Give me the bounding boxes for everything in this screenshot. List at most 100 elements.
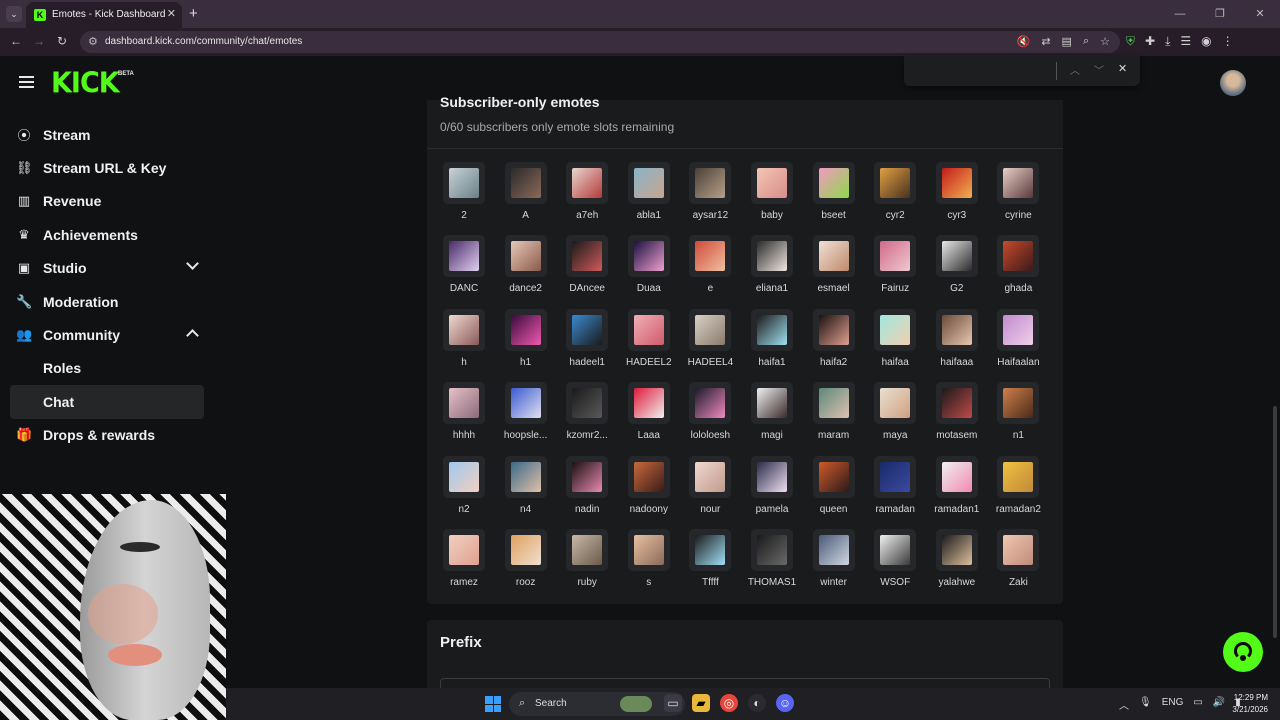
find-close-icon[interactable]: ✕ xyxy=(1118,62,1127,75)
emote-tile[interactable] xyxy=(627,162,670,204)
emote-item[interactable]: cyr2 xyxy=(864,162,926,235)
emote-tile[interactable] xyxy=(997,162,1040,204)
emote-tile[interactable] xyxy=(997,529,1040,571)
emote-tile[interactable] xyxy=(812,455,855,498)
emote-tile[interactable] xyxy=(566,455,609,498)
forward-icon[interactable]: → xyxy=(33,34,45,48)
emote-item[interactable]: G2 xyxy=(926,235,988,308)
tab-search-icon[interactable]: ⌄ xyxy=(6,6,22,22)
emote-item[interactable]: haifaa xyxy=(864,308,926,382)
emote-tile[interactable] xyxy=(812,382,855,425)
zoom-icon[interactable]: ⌕ xyxy=(1083,35,1089,48)
restore-icon[interactable]: ❐ xyxy=(1200,0,1240,28)
emote-tile[interactable] xyxy=(997,455,1040,498)
emote-item[interactable]: cyrine xyxy=(987,162,1049,235)
download-icon[interactable]: ⤓ xyxy=(1165,34,1170,49)
emote-item[interactable]: maya xyxy=(864,382,926,455)
emote-tile[interactable] xyxy=(874,308,917,351)
emote-tile[interactable] xyxy=(751,455,793,498)
emote-item[interactable]: magi xyxy=(741,382,803,455)
emote-tile[interactable] xyxy=(566,529,609,571)
sidebar-subitem-roles[interactable]: Roles xyxy=(10,352,204,385)
sidebar-item-drops-rewards[interactable]: 🎁 Drops & rewards xyxy=(10,419,204,452)
bookmark-star-icon[interactable]: ☆ xyxy=(1100,35,1110,48)
emote-tile[interactable] xyxy=(874,235,917,278)
emote-tile[interactable] xyxy=(566,382,609,425)
sidebar-item-stream[interactable]: ⦿ Stream xyxy=(10,118,204,151)
emote-item[interactable]: baby xyxy=(741,162,803,235)
emote-tile[interactable] xyxy=(997,382,1040,425)
emote-tile[interactable] xyxy=(935,455,978,498)
minimize-icon[interactable]: — xyxy=(1160,0,1200,28)
emote-item[interactable]: Haifaalan xyxy=(987,308,1049,382)
emote-item[interactable]: A xyxy=(495,162,557,235)
sidebar-item-moderation[interactable]: 🔧 Moderation xyxy=(10,285,204,318)
emote-item[interactable]: winter xyxy=(803,529,865,602)
chevron-up-icon[interactable] xyxy=(186,329,199,343)
emote-item[interactable]: motasem xyxy=(926,382,988,455)
volume-icon[interactable]: 🔊 xyxy=(1213,697,1225,712)
emote-item[interactable]: Fairuz xyxy=(864,235,926,308)
language-indicator[interactable]: ENG xyxy=(1162,697,1184,712)
find-next-icon[interactable]: ﹀ xyxy=(1094,62,1104,77)
emote-item[interactable]: aysar12 xyxy=(679,162,741,235)
address-bar[interactable]: ⚙ dashboard.kick.com/community/chat/emot… xyxy=(80,31,1120,53)
emote-item[interactable]: h xyxy=(433,308,495,382)
sidebar-item-community[interactable]: 👥 Community xyxy=(10,318,204,351)
emote-item[interactable]: pamela xyxy=(741,455,803,529)
emote-tile[interactable] xyxy=(935,162,978,204)
site-info-icon[interactable]: ⚙ xyxy=(88,35,98,48)
emote-item[interactable]: haifaaa xyxy=(926,308,988,382)
emote-item[interactable]: hhhh xyxy=(433,382,495,455)
emote-item[interactable]: cyr3 xyxy=(926,162,988,235)
emote-tile[interactable] xyxy=(504,455,547,498)
emote-item[interactable]: DANC xyxy=(433,235,495,308)
emote-tile[interactable] xyxy=(566,235,609,278)
sidebar-item-achievements[interactable]: ♛ Achievements xyxy=(10,218,204,251)
page-scrollbar[interactable] xyxy=(1273,406,1277,638)
emote-tile[interactable] xyxy=(627,308,670,351)
chrome-icon[interactable]: ◎ xyxy=(720,694,738,712)
emote-item[interactable]: THOMAS1 xyxy=(741,529,803,602)
emote-tile[interactable] xyxy=(443,382,485,425)
emote-item[interactable]: nadin xyxy=(556,455,618,529)
emote-tile[interactable] xyxy=(566,162,609,204)
emote-tile[interactable] xyxy=(874,529,917,571)
emote-tile[interactable] xyxy=(504,382,547,425)
menu-kebab-icon[interactable]: ⋮ xyxy=(1222,34,1234,49)
close-tab-icon[interactable]: ✕ xyxy=(167,7,176,20)
emote-item[interactable]: dance2 xyxy=(495,235,557,308)
mute-icon[interactable]: 🔇 xyxy=(1017,35,1031,48)
emote-item[interactable]: esmael xyxy=(803,235,865,308)
emote-tile[interactable] xyxy=(935,308,978,351)
emote-item[interactable]: kzomr2... xyxy=(556,382,618,455)
emote-tile[interactable] xyxy=(751,382,793,425)
emote-tile[interactable] xyxy=(874,162,917,204)
emote-item[interactable]: HADEEL2 xyxy=(618,308,680,382)
emote-item[interactable]: n1 xyxy=(987,382,1049,455)
emote-tile[interactable] xyxy=(504,162,547,204)
emote-tile[interactable] xyxy=(935,529,978,571)
emote-item[interactable]: ghada xyxy=(987,235,1049,308)
profile-icon[interactable]: ◉ xyxy=(1201,34,1211,49)
emote-tile[interactable] xyxy=(504,308,547,351)
taskbar-search[interactable]: ⌕ Search xyxy=(509,692,685,716)
puzzle-extension-icon[interactable]: ✚ xyxy=(1145,34,1155,49)
emote-item[interactable]: ruby xyxy=(556,529,618,602)
emote-item[interactable]: rooz xyxy=(495,529,557,602)
emote-item[interactable]: hoopsle... xyxy=(495,382,557,455)
kick-logo[interactable]: KICK xyxy=(51,67,120,100)
app-icon[interactable]: ◐ xyxy=(748,694,766,712)
network-icon[interactable]: ▭ xyxy=(1193,697,1202,712)
emote-tile[interactable] xyxy=(627,455,670,498)
emote-tile[interactable] xyxy=(627,382,670,425)
translate-icon[interactable]: ⇄ xyxy=(1041,35,1050,48)
emote-item[interactable]: HADEEL4 xyxy=(679,308,741,382)
emote-item[interactable]: Zaki xyxy=(987,529,1049,602)
taskbar-clock[interactable]: 12:29 PM 3/21/2026 xyxy=(1228,692,1268,716)
emote-tile[interactable] xyxy=(751,162,793,204)
emote-tile[interactable] xyxy=(443,235,485,278)
emote-item[interactable]: ramadan2 xyxy=(987,455,1049,529)
playlist-icon[interactable]: ☰ xyxy=(1180,34,1191,49)
emote-item[interactable]: DAncee xyxy=(556,235,618,308)
